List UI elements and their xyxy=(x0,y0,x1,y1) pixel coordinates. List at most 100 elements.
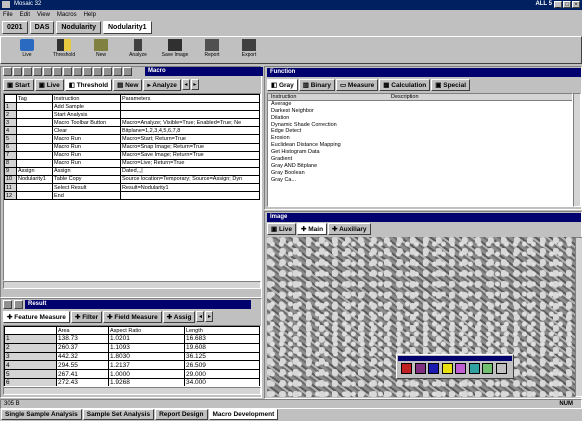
list-item[interactable]: Get Histogram Data xyxy=(268,149,572,156)
result-tab-field-measure[interactable]: ✚ Field Measure xyxy=(103,311,162,323)
delete-icon[interactable] xyxy=(33,67,42,76)
tab-scroll-left-icon[interactable]: ◂ xyxy=(181,79,190,90)
table-row[interactable]: 2 Start Analysis xyxy=(4,110,260,120)
instruction-cell[interactable]: Macro Toolbar Button xyxy=(52,118,121,128)
instruction-cell[interactable]: Macro Run xyxy=(52,134,121,144)
table-row[interactable]: 11 Select Result Result=Nodularity1 xyxy=(4,183,260,193)
table-row[interactable]: 12 End xyxy=(4,191,260,201)
aspect-ratio-cell[interactable]: 1.8030 xyxy=(108,351,185,362)
area-cell[interactable]: 442.32 xyxy=(56,351,109,362)
menu-view[interactable]: View xyxy=(37,12,50,18)
length-cell[interactable]: 19.608 xyxy=(184,342,260,353)
list-item[interactable]: Gray Ca... xyxy=(268,177,572,184)
list-item[interactable]: Edge Detect xyxy=(268,128,572,135)
menu-macros[interactable]: Macros xyxy=(57,12,77,18)
mode-tab-report-design[interactable]: Report Design xyxy=(155,409,208,420)
color-swatch[interactable] xyxy=(468,363,480,374)
live-button[interactable]: Live xyxy=(9,37,45,64)
table-row[interactable]: 5 Macro Run Macro=Start; Return=True xyxy=(4,134,260,144)
function-tab-calculation[interactable]: ▦ Calculation xyxy=(379,79,431,91)
table-row[interactable]: 5 267.41 1.0000 29.000 xyxy=(4,369,260,380)
app-icon[interactable] xyxy=(2,1,10,8)
parameters-cell[interactable]: Macro=Save Image; Return=True xyxy=(120,150,260,160)
macro-tab-analyze[interactable]: ▸ Analyze xyxy=(143,79,181,91)
result-horizontal-scrollbar[interactable] xyxy=(3,387,261,395)
color-swatch[interactable] xyxy=(455,363,466,374)
threshold-button[interactable]: Threshold xyxy=(46,37,82,64)
tab-scroll-right-icon[interactable]: ▸ xyxy=(190,79,199,90)
column-header[interactable]: Length xyxy=(184,326,260,336)
undo-icon[interactable] xyxy=(53,67,62,76)
image-tab-auxiliary[interactable]: ✚ Auxiliary xyxy=(328,223,371,235)
help-icon[interactable] xyxy=(123,67,132,76)
tag-cell[interactable]: Assign xyxy=(16,166,53,176)
tab-scroll-right-icon[interactable]: ▸ xyxy=(205,311,214,322)
minimize-button[interactable]: _ xyxy=(554,1,562,8)
area-cell[interactable]: 267.41 xyxy=(56,369,109,380)
length-cell[interactable]: 16.683 xyxy=(184,334,260,344)
table-row[interactable]: 8 Macro Run Macro=Live; Return=True xyxy=(4,158,260,168)
run-icon[interactable] xyxy=(63,67,72,76)
instruction-cell[interactable]: Macro Run xyxy=(52,158,121,168)
step-icon[interactable] xyxy=(73,67,82,76)
menu-help[interactable]: Help xyxy=(84,12,96,18)
tag-cell[interactable]: Nodularity1 xyxy=(16,174,53,185)
doc-tab-das[interactable]: DAS xyxy=(29,21,55,34)
new-button[interactable]: New xyxy=(83,37,119,64)
function-tab-binary[interactable]: ▥ Binary xyxy=(298,79,335,91)
macro-horizontal-scrollbar[interactable] xyxy=(3,281,261,289)
column-header[interactable]: Instruction xyxy=(271,94,391,100)
aspect-ratio-cell[interactable]: 1.0000 xyxy=(108,369,185,380)
result-tab-feature-measure[interactable]: ✚ Feature Measure xyxy=(3,311,70,323)
macro-tab-threshold[interactable]: ◧ Threshold xyxy=(64,79,113,91)
table-row[interactable]: 3 442.32 1.8030 36.125 xyxy=(4,351,260,362)
list-item[interactable]: Dynamic Shade Correction xyxy=(268,122,572,129)
result-tab-filter[interactable]: ✚ Filter xyxy=(70,311,103,323)
list-item[interactable]: Euclidean Distance Mapping xyxy=(268,142,572,149)
color-swatch[interactable] xyxy=(401,363,412,374)
tag-cell[interactable] xyxy=(16,110,53,120)
function-tab-gray[interactable]: ◧ Gray xyxy=(267,79,298,91)
tag-cell[interactable] xyxy=(16,158,53,168)
parameters-cell[interactable]: Bitplane=1,2,3,4,5,6,7,8 xyxy=(120,126,260,136)
macro-tab-new[interactable]: ▤ New xyxy=(113,79,143,91)
table-row[interactable]: 6 Macro Run Macro=Snap Image; Return=True xyxy=(4,142,260,152)
instruction-cell[interactable]: Select Result xyxy=(52,183,121,193)
doc-tab-nodularity[interactable]: Nodularity xyxy=(56,21,101,34)
color-swatch[interactable] xyxy=(428,363,439,374)
length-cell[interactable]: 26.509 xyxy=(184,360,260,371)
insert-icon[interactable] xyxy=(43,67,52,76)
result-export-icon[interactable] xyxy=(14,300,23,309)
aspect-ratio-cell[interactable]: 1.2137 xyxy=(108,360,185,371)
image-vertical-scrollbar[interactable] xyxy=(575,237,582,397)
instruction-cell[interactable]: End xyxy=(52,191,121,201)
tag-cell[interactable] xyxy=(16,183,53,193)
column-header[interactable]: Instruction xyxy=(52,94,121,104)
copy-icon[interactable] xyxy=(13,67,22,76)
find-icon[interactable] xyxy=(113,67,122,76)
tab-scroll-left-icon[interactable]: ◂ xyxy=(196,311,205,322)
color-swatch[interactable] xyxy=(414,363,426,374)
instruction-cell[interactable]: Table Copy xyxy=(52,174,121,185)
parameters-cell[interactable]: Source location=Temporary; Source=Assign… xyxy=(120,174,260,185)
image-tab-live[interactable]: ▣ Live xyxy=(267,223,296,235)
color-swatch[interactable] xyxy=(495,363,507,374)
tag-cell[interactable] xyxy=(16,134,53,144)
result-options-icon[interactable] xyxy=(3,300,12,309)
tag-cell[interactable] xyxy=(16,126,53,136)
tag-cell[interactable] xyxy=(16,150,53,160)
export-button[interactable]: Export xyxy=(231,37,267,64)
palette-titlebar[interactable] xyxy=(398,356,512,361)
image-tab-main[interactable]: ✚ Main xyxy=(296,223,328,235)
save-image-button[interactable]: Save Image xyxy=(157,37,193,64)
aspect-ratio-cell[interactable]: 1.1093 xyxy=(108,342,185,353)
macro-tab-start[interactable]: ▣ Start xyxy=(3,79,34,91)
mode-tab-single-sample-analysis[interactable]: Single Sample Analysis xyxy=(1,409,82,420)
area-cell[interactable]: 272.43 xyxy=(56,378,109,386)
paste-icon[interactable] xyxy=(23,67,32,76)
table-row[interactable]: 2 260.37 1.1093 19.608 xyxy=(4,342,260,353)
tag-cell[interactable] xyxy=(16,191,53,201)
parameters-cell[interactable]: Macro=Start; Return=True xyxy=(120,134,260,144)
function-vertical-scrollbar[interactable] xyxy=(573,93,581,207)
menu-file[interactable]: File xyxy=(3,12,13,18)
